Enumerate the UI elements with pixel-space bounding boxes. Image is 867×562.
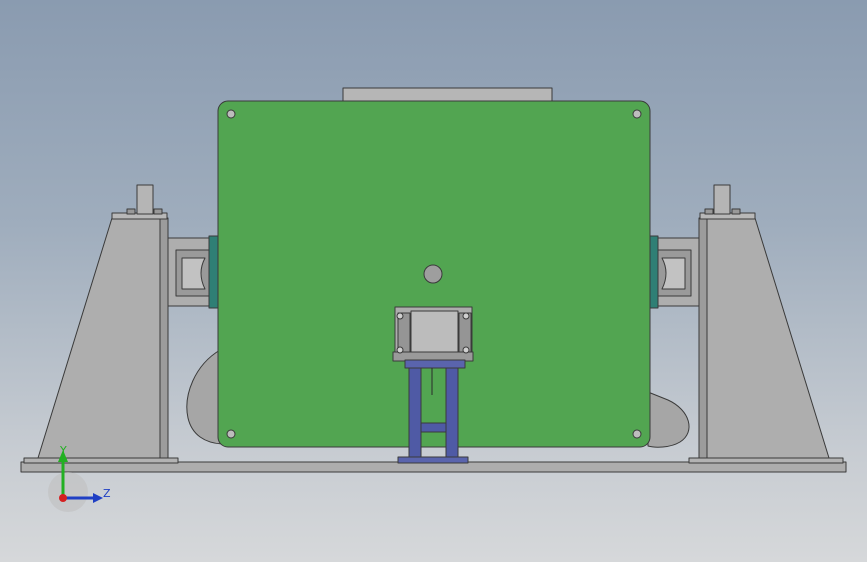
corner-hole-top-right: [632, 109, 642, 119]
axis-y-label: Y: [59, 444, 67, 457]
stand-leg-left: [408, 367, 422, 459]
axis-x-origin: [59, 494, 67, 502]
shaft-post-right: [713, 184, 731, 215]
corner-hole-bottom-right: [632, 429, 642, 439]
corner-hole-bottom-left: [226, 429, 236, 439]
corner-hole-top-left: [226, 109, 236, 119]
axis-z-label: Z: [103, 487, 111, 500]
model-drawing: Y Z: [20, 87, 847, 512]
stand-foot: [397, 456, 469, 464]
base-foot-left: [23, 457, 179, 464]
stand-crossbar: [420, 422, 447, 433]
bolt-head-right-2: [731, 208, 741, 215]
center-bracket-core: [410, 310, 459, 355]
stand-leg-right: [445, 367, 459, 459]
top-rail: [342, 87, 553, 103]
stand-top-plate: [404, 359, 466, 369]
swing-profile-left: [186, 349, 223, 445]
shaft-post-left: [136, 184, 154, 215]
center-pivot: [423, 264, 443, 284]
bolt-head-right-1: [704, 208, 714, 215]
bracket-bolt-3: [396, 346, 404, 354]
support-column-right-face: [698, 217, 708, 459]
cad-viewport[interactable]: Y Z: [0, 0, 867, 562]
support-column-left: [37, 217, 166, 459]
bolt-head-left-2: [153, 208, 163, 215]
axis-z-arrow: [93, 493, 103, 503]
bracket-bolt-1: [396, 312, 404, 320]
support-column-left-face: [159, 217, 169, 459]
base-foot-right: [688, 457, 844, 464]
support-column-right: [701, 217, 830, 459]
bracket-bolt-4: [462, 346, 470, 354]
bracket-bolt-2: [462, 312, 470, 320]
bolt-head-left-1: [126, 208, 136, 215]
swing-profile-right: [647, 391, 690, 448]
